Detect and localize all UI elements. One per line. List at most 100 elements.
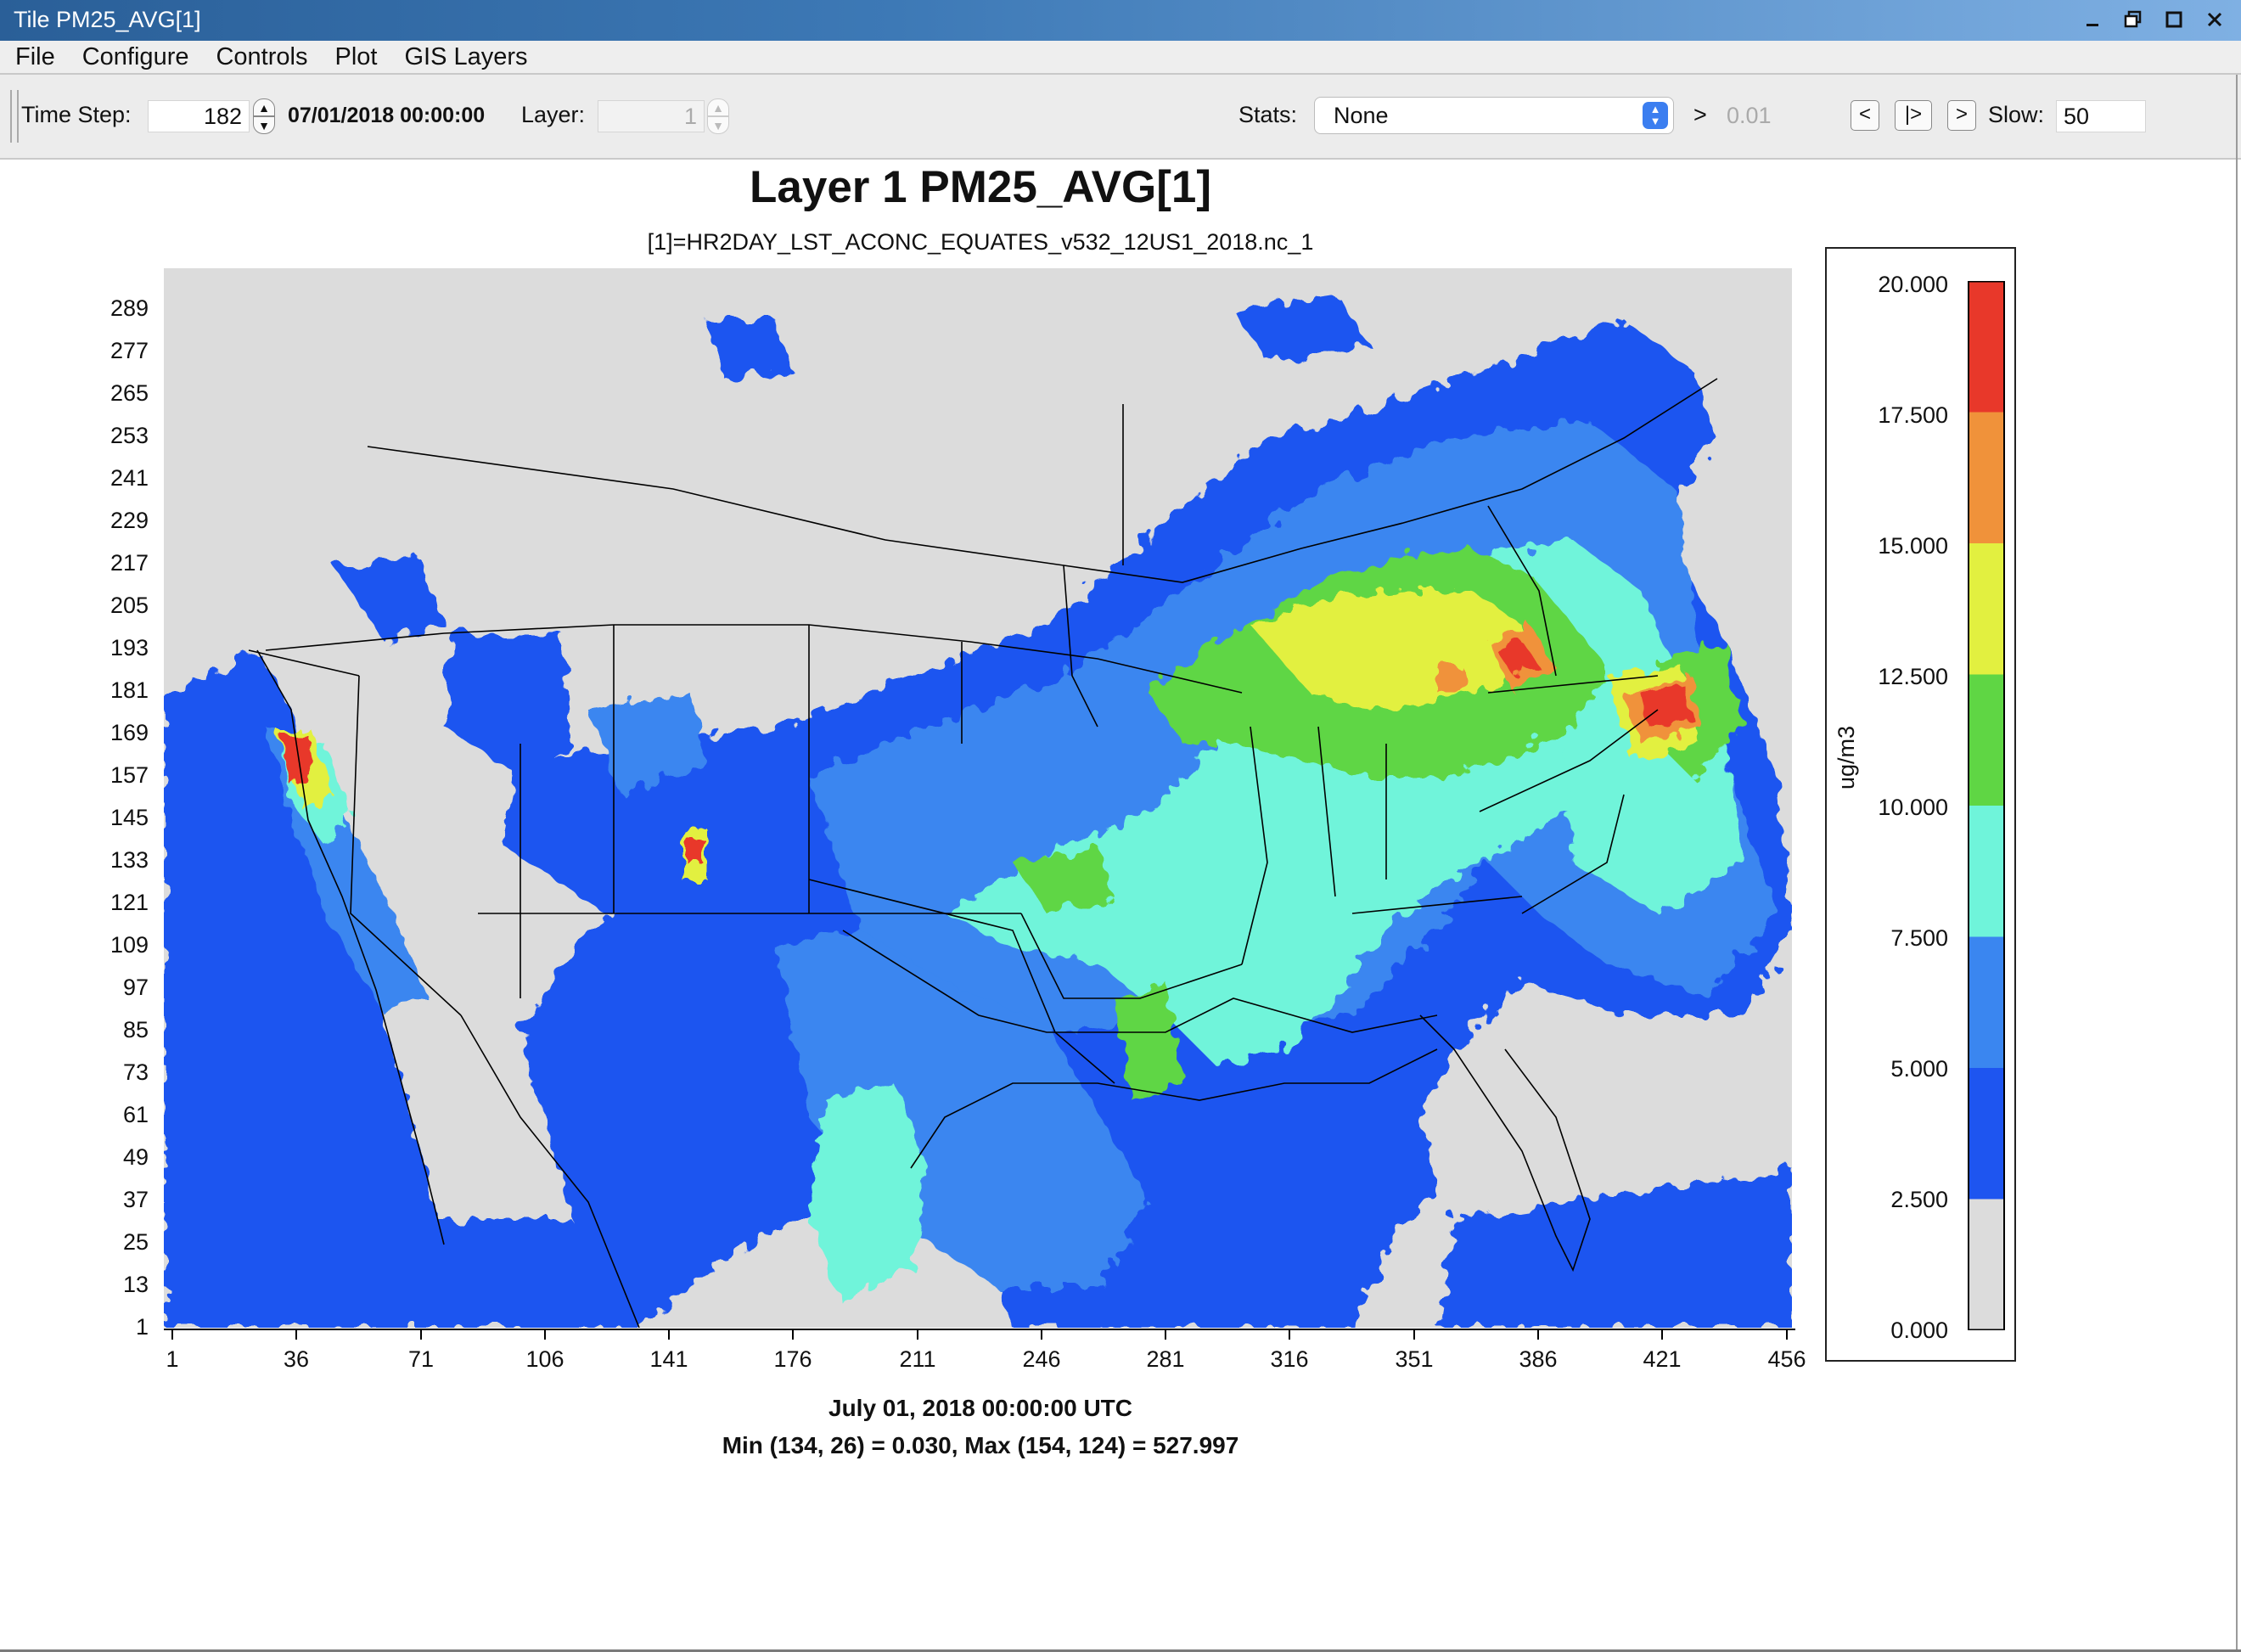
spinner-up-icon[interactable]: ▲ <box>253 98 275 116</box>
threshold-field[interactable]: 0.01 <box>1720 100 1779 132</box>
y-tick-label: 145 <box>110 805 149 830</box>
time-step-spinner[interactable]: ▲ ▼ <box>253 98 275 134</box>
window-title-bar: Tile PM25_AVG[1] <box>0 0 2241 41</box>
y-tick-label: 193 <box>110 635 149 660</box>
x-tick-label: 281 <box>1146 1346 1185 1372</box>
toolbar-grip[interactable] <box>10 90 19 143</box>
slow-field[interactable]: 50 <box>2056 100 2146 132</box>
window-title: Tile PM25_AVG[1] <box>14 7 201 32</box>
stats-selected-value: None <box>1334 103 1389 128</box>
legend-unit: ug/m3 <box>1834 725 1859 789</box>
menu-file[interactable]: File <box>15 43 55 71</box>
menu-bar: File Configure Controls Plot GIS Layers <box>0 41 2241 75</box>
dropdown-arrows-icon: ▲ ▼ <box>1643 102 1668 129</box>
x-tick-label: 36 <box>283 1346 310 1372</box>
y-tick-label: 217 <box>110 550 149 576</box>
legend-label: 2.500 <box>1890 1187 1948 1212</box>
y-tick-label: 265 <box>110 380 149 406</box>
stats-label: Stats: <box>1238 102 1298 127</box>
legend-swatch <box>1969 674 2004 806</box>
x-tick-label: 176 <box>773 1346 812 1372</box>
spinner-down-icon[interactable]: ▼ <box>707 116 729 134</box>
y-tick-label: 49 <box>122 1144 149 1170</box>
menu-gis-layers[interactable]: GIS Layers <box>404 43 527 71</box>
time-step-field[interactable]: 182 <box>148 100 250 132</box>
next-step-button[interactable]: > <box>1947 100 1976 131</box>
menu-plot[interactable]: Plot <box>334 43 377 71</box>
y-tick-label: 73 <box>122 1059 149 1085</box>
time-step-label: Time Step: <box>21 102 132 127</box>
x-tick-label: 246 <box>1022 1346 1061 1372</box>
plot-title: Layer 1 PM25_AVG[1] <box>750 162 1211 212</box>
legend-swatch <box>1969 1199 2004 1330</box>
y-tick-label: 205 <box>110 593 149 618</box>
x-tick-label: 456 <box>1767 1346 1806 1372</box>
window-right-border <box>2236 75 2238 1652</box>
y-tick-label: 1 <box>135 1314 149 1340</box>
minimize-icon[interactable] <box>2081 5 2103 34</box>
x-tick-label: 106 <box>525 1346 564 1372</box>
x-tick-label: 351 <box>1395 1346 1434 1372</box>
legend-color-bar <box>1968 281 2005 1330</box>
y-tick-label: 109 <box>110 932 149 958</box>
layer-label: Layer: <box>521 102 586 127</box>
plot-datetime-caption: July 01, 2018 00:00:00 UTC <box>828 1395 1132 1421</box>
y-tick-label: 97 <box>122 975 149 1000</box>
spinner-up-icon[interactable]: ▲ <box>707 98 729 116</box>
legend-label: 0.000 <box>1890 1318 1948 1343</box>
y-tick-label: 133 <box>110 847 149 873</box>
legend-swatch <box>1969 281 2004 413</box>
x-tick-label: 421 <box>1643 1346 1682 1372</box>
legend-label: 12.500 <box>1878 664 1948 689</box>
legend-label: 20.000 <box>1878 272 1948 297</box>
legend-label: 5.000 <box>1890 1056 1948 1082</box>
current-datetime: 07/01/2018 00:00:00 <box>288 104 486 127</box>
y-tick-label: 85 <box>122 1017 149 1042</box>
legend-label: 7.500 <box>1890 925 1948 951</box>
x-tick-label: 141 <box>649 1346 688 1372</box>
y-tick-label: 169 <box>110 720 149 745</box>
y-tick-label: 289 <box>110 295 149 321</box>
legend-label: 15.000 <box>1878 533 1948 559</box>
maximize-icon[interactable] <box>2163 5 2185 34</box>
prev-step-button[interactable]: < <box>1851 100 1879 131</box>
restore-icon[interactable] <box>2122 5 2144 34</box>
x-tick-label: 386 <box>1519 1346 1558 1372</box>
threshold-symbol: > <box>1693 102 1707 127</box>
x-tick-label: 211 <box>899 1346 936 1372</box>
y-tick-label: 121 <box>110 890 149 915</box>
x-tick-label: 316 <box>1270 1346 1309 1372</box>
menu-configure[interactable]: Configure <box>82 43 189 71</box>
stats-select[interactable]: None ▲ ▼ <box>1314 97 1674 134</box>
plot-subtitle: [1]=HR2DAY_LST_ACONC_EQUATES_v532_12US1_… <box>647 229 1314 255</box>
legend-swatch <box>1969 412 2004 544</box>
y-tick-label: 13 <box>122 1272 149 1297</box>
legend-swatch <box>1969 936 2004 1069</box>
x-tick-label: 71 <box>407 1346 435 1372</box>
spinner-down-icon[interactable]: ▼ <box>253 116 275 134</box>
close-icon[interactable] <box>2204 5 2226 34</box>
y-tick-label: 241 <box>110 465 149 491</box>
slow-label: Slow: <box>1988 102 2045 127</box>
y-tick-label: 277 <box>110 338 149 363</box>
legend-swatch <box>1969 543 2004 675</box>
layer-spinner[interactable]: ▲ ▼ <box>707 98 729 134</box>
legend-label: 17.500 <box>1878 402 1948 428</box>
x-axis <box>164 1329 1795 1340</box>
menu-controls[interactable]: Controls <box>216 43 307 71</box>
legend-swatch <box>1969 1068 2004 1200</box>
y-tick-label: 253 <box>110 423 149 448</box>
toolbar: Time Step: 182 ▲ ▼ 07/01/2018 00:00:00 L… <box>0 75 2241 160</box>
y-tick-label: 61 <box>122 1102 149 1127</box>
legend-label: 10.000 <box>1878 795 1948 820</box>
legend-swatch <box>1969 806 2004 937</box>
concentration-map[interactable] <box>164 268 1792 1328</box>
layer-field[interactable]: 1 <box>598 100 705 132</box>
y-tick-label: 181 <box>110 677 149 703</box>
x-tick-label: 1 <box>166 1346 179 1372</box>
play-button[interactable]: |> <box>1895 100 1932 131</box>
y-tick-label: 37 <box>122 1187 149 1212</box>
y-tick-label: 229 <box>110 508 149 533</box>
y-tick-label: 157 <box>110 762 149 788</box>
plot-minmax-caption: Min (134, 26) = 0.030, Max (154, 124) = … <box>722 1432 1239 1458</box>
